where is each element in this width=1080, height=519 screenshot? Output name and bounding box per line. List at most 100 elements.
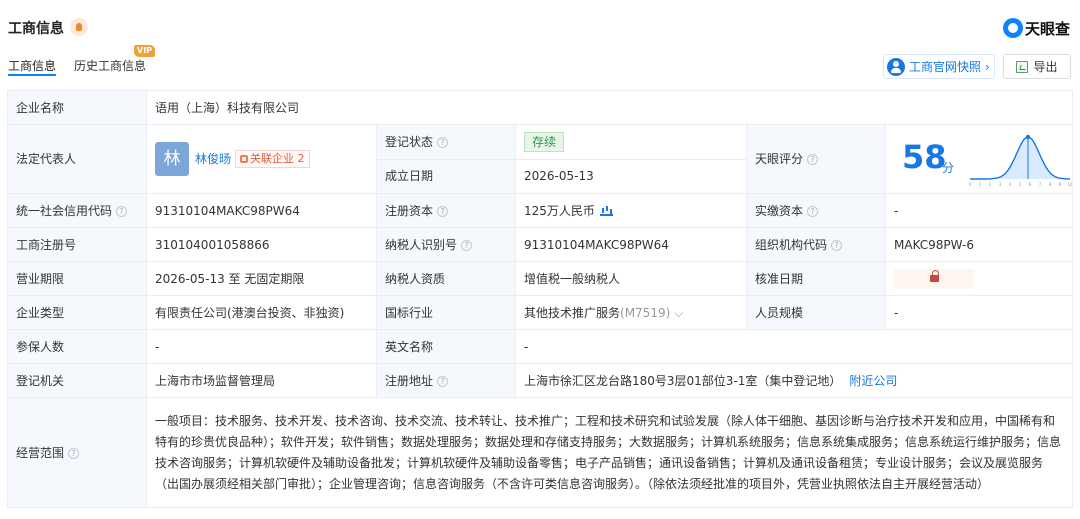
staff-size-label: 人员规模 bbox=[746, 295, 886, 330]
chart-icon[interactable] bbox=[599, 204, 613, 216]
organization-code: MAKC98PW-6 bbox=[885, 227, 1073, 262]
help-icon[interactable]: ? bbox=[831, 239, 843, 251]
help-icon[interactable]: ? bbox=[437, 136, 449, 148]
lock-icon bbox=[930, 270, 939, 283]
industry-name: 其他技术推广服务 bbox=[524, 305, 621, 320]
legal-rep-link[interactable]: 林俊旸 bbox=[195, 149, 231, 169]
score-axis-tick: 1 bbox=[979, 182, 982, 187]
industry-cell[interactable]: 其他技术推广服务(M7519) ⌵ bbox=[515, 295, 747, 330]
legal-rep-cell: 林林俊旸 关联企业 2 bbox=[146, 124, 377, 194]
excel-icon bbox=[1016, 60, 1029, 73]
taxpayer-id-label-text: 纳税人识别号 bbox=[385, 237, 458, 252]
help-icon[interactable]: ? bbox=[68, 447, 80, 459]
registration-no-label: 工商注册号 bbox=[7, 227, 147, 262]
official-snapshot-label: 工商官网快照 bbox=[909, 60, 982, 74]
score-axis-tick: 5 bbox=[1019, 182, 1022, 187]
credit-code-label: 统一社会信用代码? bbox=[7, 193, 147, 228]
registered-capital-label: 注册资本? bbox=[376, 193, 516, 228]
paid-capital-label: 实缴资本? bbox=[746, 193, 886, 228]
tianyancha-logo: 天眼查 bbox=[1002, 16, 1070, 40]
address-cell: 上海市徐汇区龙台路180号3层01部位3-1室（集中登记地） 附近公司 bbox=[515, 363, 1073, 398]
official-snapshot-button[interactable]: 工商官网快照 › bbox=[883, 54, 995, 79]
score-axis-tick: 0 bbox=[969, 182, 972, 187]
established-date: 2026-05-13 bbox=[515, 158, 747, 194]
chevron-right-icon: › bbox=[985, 59, 990, 74]
credit-code: 91310104MAKC98PW64 bbox=[146, 193, 377, 228]
score-axis-tick: 2 bbox=[989, 182, 992, 187]
paid-capital-label-text: 实缴资本 bbox=[755, 203, 804, 218]
avatar: 林 bbox=[155, 142, 189, 176]
approval-date-label: 核准日期 bbox=[746, 261, 886, 296]
approval-date-cell bbox=[885, 261, 1073, 296]
insured-label: 参保人数 bbox=[7, 329, 147, 364]
organization-code-label-text: 组织机构代码 bbox=[755, 237, 828, 252]
score-axis-tick: 7 bbox=[1039, 182, 1042, 187]
company-type: 有限责任公司(港澳台投资、非独资) bbox=[146, 295, 377, 330]
tianyancha-logo-icon bbox=[1002, 18, 1023, 38]
export-label: 导出 bbox=[1033, 60, 1058, 74]
score-marker-point bbox=[1025, 134, 1031, 140]
score-axis-tick: 9 bbox=[1059, 182, 1062, 187]
status-badge: 存续 bbox=[524, 131, 565, 152]
industry-label: 国标行业 bbox=[376, 295, 516, 330]
scope-label-text: 经营范围 bbox=[16, 445, 65, 460]
legal-rep-label: 法定代表人 bbox=[7, 124, 147, 194]
help-icon[interactable]: ? bbox=[461, 239, 473, 251]
established-label: 成立日期 bbox=[376, 158, 516, 194]
english-name-label: 英文名称 bbox=[376, 329, 516, 364]
chevron-down-icon: ⌵ bbox=[674, 305, 684, 320]
authority-label: 登记机关 bbox=[7, 363, 147, 398]
credit-code-label-text: 统一社会信用代码 bbox=[16, 203, 113, 218]
address-label-text: 注册地址 bbox=[385, 373, 434, 388]
related-companies-label: 关联企业 2 bbox=[250, 152, 305, 165]
nearby-companies-link[interactable]: 附近公司 bbox=[849, 374, 897, 388]
related-company-icon bbox=[240, 155, 249, 163]
status-cell: 存续 bbox=[515, 124, 747, 160]
score-distribution-chart: 0 1 2 3 4 5 6 7 8 9 10 bbox=[969, 134, 1072, 187]
score-cell: 58 分 0 1 2 3 4 5 6 7 8 9 10 bbox=[885, 124, 1073, 194]
scope-label: 经营范围? bbox=[7, 397, 147, 508]
score-label-text: 天眼评分 bbox=[755, 152, 804, 166]
taxpayer-qualification: 增值税一般纳税人 bbox=[515, 261, 747, 296]
score-distribution-area bbox=[970, 137, 1070, 179]
company-type-label: 企业类型 bbox=[7, 295, 147, 330]
english-name: - bbox=[515, 329, 1073, 364]
score-axis-tick: 4 bbox=[1009, 182, 1012, 187]
business-scope: 一般项目：技术服务、技术开发、技术咨询、技术交流、技术转让、技术推广；工程和技术… bbox=[146, 397, 1073, 508]
help-icon[interactable]: ? bbox=[437, 375, 449, 387]
related-companies-badge[interactable]: 关联企业 2 bbox=[235, 150, 310, 168]
staff-size: - bbox=[885, 295, 1073, 330]
info-tabs: 工商信息 历史工商信息 bbox=[8, 56, 146, 76]
export-button[interactable]: 导出 bbox=[1003, 54, 1071, 79]
taxpayer-qualification-label: 纳税人资质 bbox=[376, 261, 516, 296]
page-header: 工商信息 天眼查 工商信息 历史工商信息 VIP 工商官网快照 › 导出 bbox=[0, 0, 1080, 88]
authority: 上海市市场监督管理局 bbox=[146, 363, 377, 398]
score-axis-tick: 3 bbox=[999, 182, 1002, 187]
tab-business-info[interactable]: 工商信息 bbox=[8, 56, 57, 76]
score-value: 58 bbox=[902, 138, 947, 176]
status-label: 登记状态? bbox=[376, 124, 516, 160]
business-term-label: 营业期限 bbox=[7, 261, 147, 296]
score-axis-tick: 6 bbox=[1029, 182, 1032, 187]
address-label: 注册地址? bbox=[376, 363, 516, 398]
help-icon[interactable]: ? bbox=[116, 205, 128, 217]
hot-icon bbox=[70, 18, 88, 36]
registered-capital-cell: 125万人民币 bbox=[515, 193, 747, 228]
company-name: 语用（上海）科技有限公司 bbox=[146, 90, 1073, 125]
locked-value[interactable] bbox=[894, 268, 974, 289]
score-axis-tick: 8 bbox=[1049, 182, 1052, 187]
business-info-table: 企业名称 语用（上海）科技有限公司 法定代表人 林林俊旸 关联企业 2 登记状态?… bbox=[7, 90, 1073, 508]
score-widget[interactable]: 58 分 0 1 2 3 4 5 6 7 8 9 10 bbox=[894, 125, 1072, 193]
help-icon[interactable]: ? bbox=[807, 154, 819, 165]
help-icon[interactable]: ? bbox=[437, 205, 449, 217]
help-icon[interactable]: ? bbox=[807, 205, 819, 217]
vip-badge: VIP bbox=[134, 45, 156, 57]
tab-history-business-info[interactable]: 历史工商信息 bbox=[74, 56, 146, 76]
taxpayer-id-label: 纳税人识别号? bbox=[376, 227, 516, 262]
registered-address: 上海市徐汇区龙台路180号3层01部位3-1室（集中登记地） bbox=[524, 373, 842, 388]
company-name-label: 企业名称 bbox=[7, 90, 147, 125]
insured-count: - bbox=[146, 329, 377, 364]
user-icon bbox=[887, 57, 905, 76]
paid-capital: - bbox=[885, 193, 1073, 228]
business-term: 2026-05-13 至 无固定期限 bbox=[146, 261, 377, 296]
